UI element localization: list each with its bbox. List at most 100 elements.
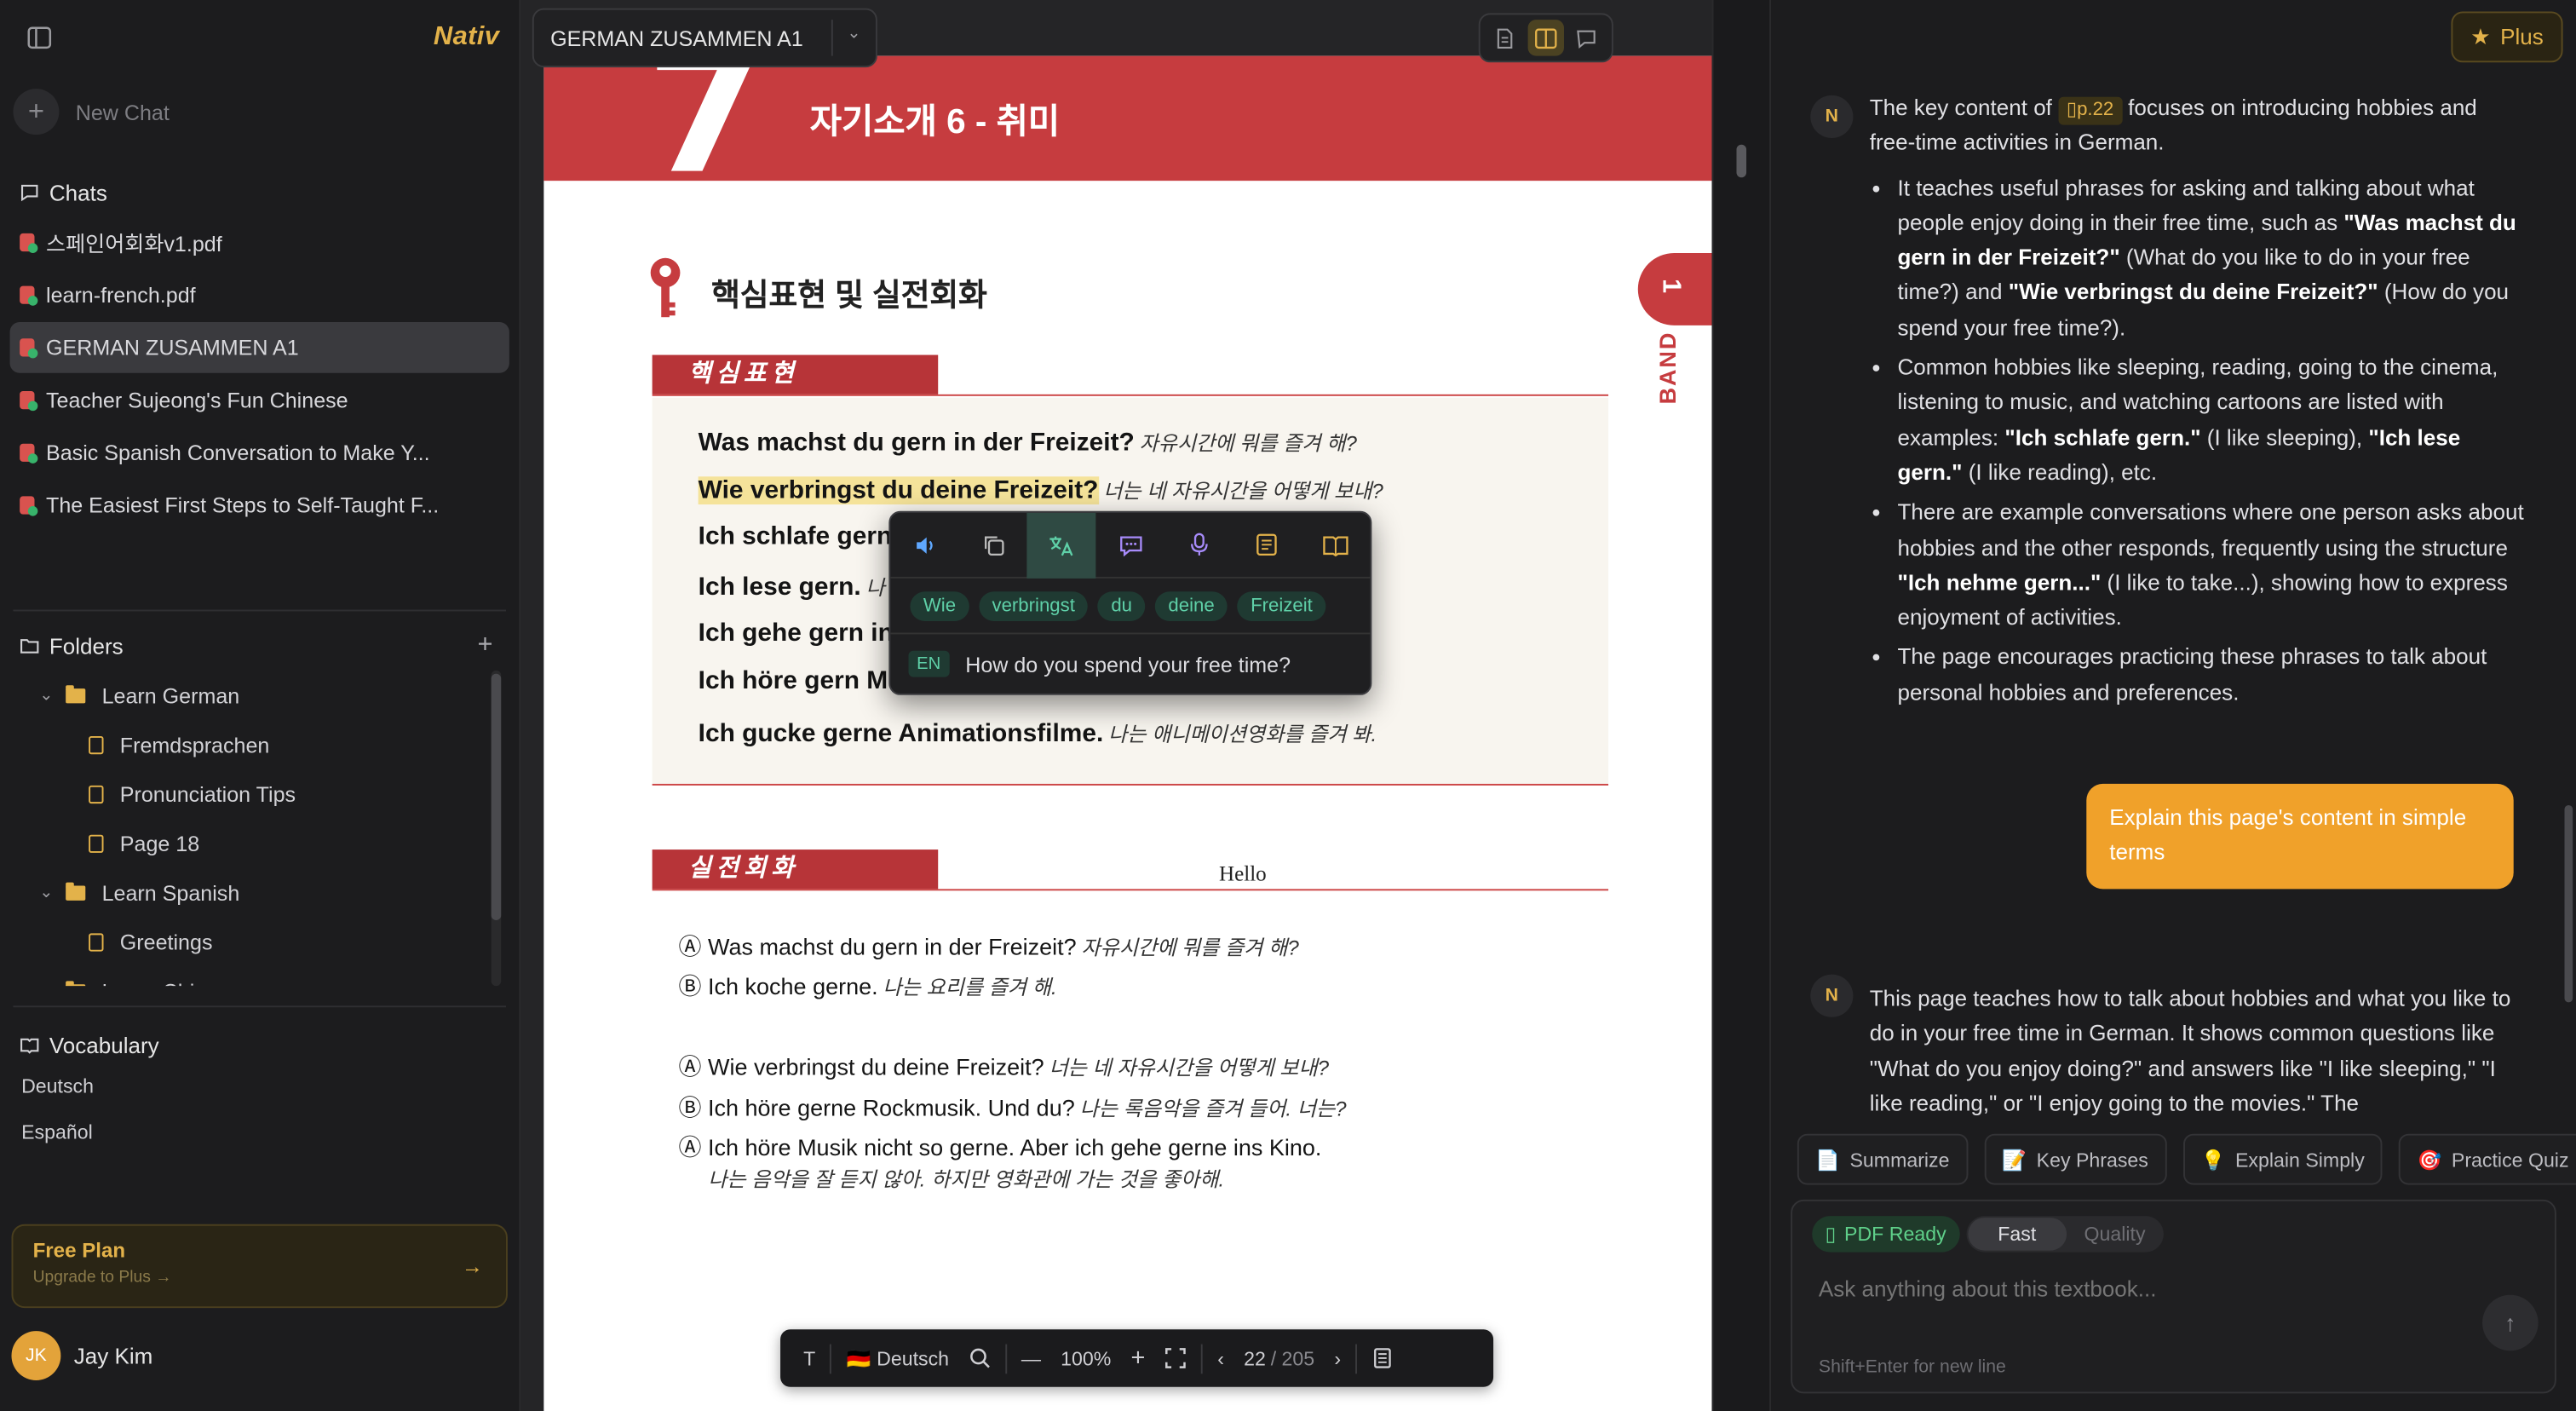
conversation-line[interactable]: Ⓐ Wie verbringst du deine Freizeit? 너는 네 … (678, 1050, 1329, 1083)
section-title: 핵심표현 및 실전회화 (711, 279, 987, 314)
document-selector[interactable]: GERMAN ZUSAMMEN A1 ⌄ (532, 8, 877, 68)
word-chip[interactable]: du (1097, 590, 1146, 621)
summarize-chip[interactable]: 📄 Summarize (1797, 1133, 1968, 1185)
chat-input[interactable] (1818, 1276, 2443, 1302)
explain-simply-chip[interactable]: 💡 Explain Simply (2182, 1133, 2383, 1185)
arrow-right-icon: → (461, 1253, 483, 1279)
folders-heading-label: Folders (49, 633, 124, 659)
mode-fast[interactable]: Fast (1968, 1218, 2067, 1251)
resize-handle[interactable] (1736, 144, 1747, 178)
chat-view-icon[interactable] (1568, 20, 1604, 55)
conversation-line[interactable]: Ⓐ Ich höre Musik nicht so gerne. Aber ic… (678, 1131, 1321, 1164)
open-book-icon[interactable] (1302, 513, 1370, 578)
chevron-down-icon: ⌄ (39, 686, 54, 705)
pdf-ready-badge: ▯ PDF Ready (1812, 1216, 1960, 1253)
zoom-level: 100% (1061, 1346, 1112, 1370)
user-profile[interactable]: JK Jay Kim (11, 1331, 152, 1380)
document-view-icon[interactable] (1487, 20, 1523, 55)
mode-toggle: Fast Quality (1966, 1216, 2164, 1253)
new-chat-button[interactable]: + New Chat (0, 82, 519, 141)
phrase-ko: 나는 애니메이션영화를 즐겨 봐. (1108, 723, 1377, 746)
practice-quiz-chip[interactable]: 🎯 Practice Quiz (2399, 1133, 2576, 1185)
new-chat-label: New Chat (75, 99, 170, 124)
chat-item[interactable]: 스페인어회화v1.pdf (10, 217, 509, 268)
page-reference-link[interactable]: ▯p.22 (2058, 96, 2122, 125)
folder-learn-chinese[interactable]: ⌄ Learn Chinese (0, 966, 486, 987)
page-indicator[interactable]: 22/ 205 (1234, 1329, 1325, 1387)
prev-page-icon[interactable]: ‹ (1208, 1329, 1234, 1387)
scrollbar-thumb[interactable] (491, 673, 502, 920)
text-tool-button[interactable]: T (793, 1329, 825, 1387)
chat-scrollbar[interactable] (2564, 804, 2573, 1003)
doc-fremdsprachen[interactable]: Fremdsprachen (0, 720, 486, 769)
chat-panel: ★ Plus N The key content of ▯p.22 focuses… (1770, 0, 2576, 1411)
phrase-line-highlighted[interactable]: Wie verbringst du deine Freizeit? 너는 네 자유… (698, 473, 1383, 506)
copy-icon[interactable] (959, 513, 1027, 578)
chat-item[interactable]: Basic Spanish Conversation to Make Y... (10, 427, 509, 478)
conv-de: Was machst du gern in der Freizeit? (708, 933, 1077, 960)
vocab-espanol[interactable]: Español (21, 1120, 93, 1143)
folder-learn-spanish[interactable]: ⌄ Learn Spanish (0, 867, 486, 917)
pane-splitter[interactable] (1711, 0, 1771, 1411)
doc-greetings[interactable]: Greetings (0, 917, 486, 966)
phrase-line[interactable]: Ich lese gern. 나 (699, 570, 885, 603)
word-chip[interactable]: Freizeit (1237, 590, 1326, 621)
conversation-line[interactable]: Ⓐ Was machst du gern in der Freizeit? 자유시… (678, 930, 1298, 964)
zoom-out-icon[interactable]: — (1011, 1329, 1050, 1387)
doc-page-18[interactable]: Page 18 (0, 818, 486, 867)
toggle-sidebar-icon[interactable] (23, 21, 56, 55)
document-info-icon[interactable] (1362, 1329, 1403, 1387)
search-icon[interactable] (959, 1329, 1000, 1387)
doc-pronunciation-tips[interactable]: Pronunciation Tips (0, 769, 486, 819)
phrase-line[interactable]: Ich gucke gerne Animationsfilme. 나는 애니메이션… (699, 717, 1377, 750)
key-icon (650, 257, 681, 318)
conversation-line[interactable]: Ⓑ Ich koche gerne. 나는 요리를 즐겨 해. (678, 970, 1056, 1003)
bot-avatar: N (1810, 95, 1854, 138)
upgrade-plan-card[interactable]: Free Plan Upgrade to Plus → → (11, 1224, 508, 1309)
chat-item[interactable]: learn-french.pdf (10, 269, 509, 320)
next-page-icon[interactable]: › (1325, 1329, 1351, 1387)
send-button[interactable]: ↑ (2482, 1294, 2539, 1351)
bold-text: "Wie verbringst du deine Freizeit?" (2008, 279, 2378, 305)
chat-item[interactable]: Teacher Sujeong's Fun Chinese (10, 375, 509, 426)
language-selector[interactable]: 🇩🇪 Deutsch (837, 1329, 958, 1387)
message-icon[interactable] (1096, 513, 1164, 578)
tag-key-phrases: 핵심표현 (652, 354, 939, 395)
document-title: GERMAN ZUSAMMEN A1 (550, 25, 803, 50)
word-chip[interactable]: Wie (910, 590, 969, 621)
selection-popover: Wie verbringst du deine Freizeit EN How … (888, 510, 1372, 695)
zoom-in-icon[interactable]: + (1121, 1329, 1155, 1387)
key-phrases-chip[interactable]: 📝 Key Phrases (1984, 1133, 2167, 1185)
mode-quality[interactable]: Quality (2066, 1218, 2164, 1251)
folder-learn-german[interactable]: ⌄ Learn German (0, 671, 486, 720)
chat-item-label: The Easiest First Steps to Self-Taught F… (45, 492, 440, 518)
chat-item[interactable]: The Easiest First Steps to Self-Taught F… (10, 480, 509, 531)
add-folder-icon[interactable]: + (478, 631, 493, 661)
word-chip[interactable]: deine (1154, 590, 1228, 621)
lightbulb-icon: 💡 (2200, 1148, 2226, 1172)
speaker-icon[interactable] (890, 513, 958, 578)
notes-icon[interactable] (1233, 513, 1302, 578)
chat-list: 스페인어회화v1.pdf learn-french.pdf GERMAN ZUS… (0, 217, 519, 531)
microphone-icon[interactable] (1164, 513, 1233, 578)
word-chip[interactable]: verbringst (979, 590, 1089, 621)
bot-avatar: N (1810, 974, 1854, 1017)
document-icon (89, 833, 104, 852)
chip-label: Explain Simply (2235, 1148, 2365, 1172)
split-view-icon[interactable] (1527, 20, 1564, 56)
chapter-banner: 7 자기소개 6 - 취미 (543, 55, 1712, 197)
chat-item-active[interactable]: GERMAN ZUSAMMEN A1 (9, 321, 509, 373)
fit-screen-icon[interactable] (1155, 1329, 1196, 1387)
plus-upgrade-button[interactable]: ★ Plus (2451, 11, 2563, 63)
vocab-deutsch[interactable]: Deutsch (21, 1074, 94, 1097)
pdf-page[interactable]: 7 자기소개 6 - 취미 핵심표현 및 실전회화 1 BAND 핵심표현 Wa… (543, 55, 1712, 1411)
bold-text: "Ich nehme gern..." (1897, 569, 2102, 595)
translate-icon[interactable] (1027, 512, 1096, 578)
phrase-line[interactable]: Ich schlafe gern. (699, 522, 900, 552)
folder-scrollbar[interactable] (491, 670, 502, 987)
doc-label: Fremdsprachen (119, 732, 270, 757)
pdf-file-icon (20, 285, 38, 305)
phrase-line[interactable]: Was machst du gern in der Freizeit? 자유시간에… (699, 425, 1357, 458)
conversation-line[interactable]: Ⓑ Ich höre gerne Rockmusik. Und du? 나는 록음… (678, 1091, 1346, 1125)
chat-composer: ▯ PDF Ready Fast Quality ↑ Shift+Enter fo… (1791, 1199, 2556, 1394)
